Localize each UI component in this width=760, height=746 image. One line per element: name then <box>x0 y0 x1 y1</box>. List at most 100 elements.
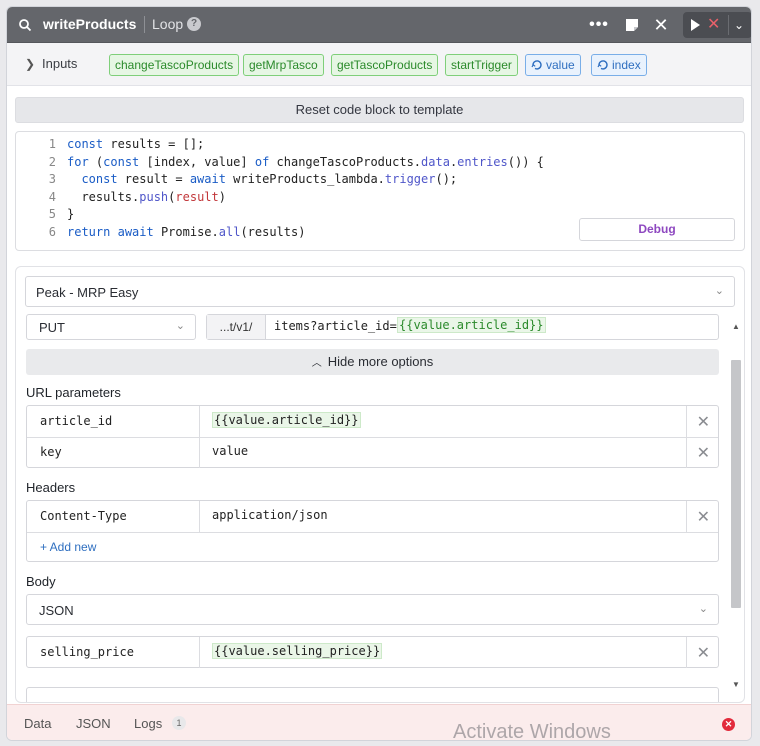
code-line: const result = await writeProducts_lambd… <box>81 172 458 187</box>
column-divider <box>686 406 687 437</box>
table-row: article_id {{value.article_id}} ✕ <box>27 406 718 437</box>
header-divider <box>144 16 145 33</box>
remove-row-icon[interactable]: ✕ <box>697 443 710 463</box>
line-number: 6 <box>48 225 56 239</box>
input-chip-index[interactable]: index <box>591 54 647 76</box>
code-editor[interactable]: 1 2 3 4 5 6 const results = []; for (con… <box>15 131 745 251</box>
tab-data[interactable]: Data <box>24 716 51 731</box>
input-chip[interactable]: getTascoProducts <box>331 54 439 76</box>
chevron-down-icon: ⌄ <box>698 603 708 615</box>
url-path: items?article_id= <box>274 319 397 333</box>
remove-row-icon[interactable]: ✕ <box>697 643 710 663</box>
variable-icon <box>531 60 542 70</box>
run-divider <box>728 15 729 35</box>
row-divider <box>27 532 718 533</box>
table-row: Content-Type application/json ✕ <box>27 501 718 532</box>
question-circle-icon[interactable]: ? <box>187 17 201 31</box>
hide-more-options-button[interactable]: ︿ Hide more options <box>26 349 719 375</box>
chevron-right-icon[interactable]: ❯ <box>25 57 35 71</box>
query-title[interactable]: writeProducts <box>43 16 136 32</box>
code-line: results.push(result) <box>67 189 226 204</box>
body-key[interactable]: selling_price <box>40 645 134 659</box>
scrollbar[interactable]: ▲ ▼ <box>730 320 742 690</box>
query-panel: writeProducts Loop ? ••• ✕ ✕ ⌄ ❯ Inputs … <box>6 6 752 741</box>
resource-select[interactable]: Peak - MRP Easy ⌄ <box>25 276 735 307</box>
column-divider <box>199 406 200 437</box>
scroll-up-arrow[interactable]: ▲ <box>732 322 740 331</box>
url-base-prefix: ...t/v1/ <box>207 315 266 339</box>
body-heading: Body <box>26 574 56 589</box>
remove-row-icon[interactable]: ✕ <box>697 412 710 432</box>
logs-count-badge: 1 <box>172 716 186 730</box>
url-template: {{value.article_id}} <box>397 317 546 333</box>
panel-header: writeProducts Loop ? ••• ✕ ✕ ⌄ <box>7 7 751 43</box>
input-chip-value[interactable]: value <box>525 54 581 76</box>
param-key-input[interactable]: key <box>40 445 62 459</box>
tab-logs[interactable]: Logs <box>134 716 162 731</box>
table-row: key value ✕ <box>27 437 718 468</box>
column-divider <box>686 501 687 532</box>
line-number: 2 <box>48 154 56 169</box>
chevron-down-icon: ⌄ <box>175 320 185 332</box>
note-icon[interactable] <box>624 17 640 33</box>
scrollbar-thumb[interactable] <box>731 360 741 608</box>
variable-icon <box>597 60 608 70</box>
line-number: 4 <box>48 189 56 204</box>
column-divider <box>686 437 687 468</box>
chevron-down-icon: ⌄ <box>714 285 724 297</box>
body-table-next-row <box>26 687 719 702</box>
reset-template-button[interactable]: Reset code block to template <box>15 97 744 123</box>
code-line: return await Promise.all(results) <box>67 225 306 239</box>
url-params-heading: URL parameters <box>26 385 121 400</box>
code-line: const results = []; <box>67 137 205 151</box>
run-button[interactable] <box>691 19 700 31</box>
inputs-label[interactable]: Inputs <box>42 56 77 71</box>
chevron-down-icon[interactable]: ⌄ <box>734 16 744 34</box>
line-number: 3 <box>48 172 56 187</box>
param-key[interactable]: article_id <box>40 414 112 428</box>
line-number: 1 <box>48 137 56 151</box>
more-icon[interactable]: ••• <box>589 15 609 35</box>
line-number: 5 <box>48 207 56 222</box>
resource-section: Peak - MRP Easy ⌄ PUT ⌄ ...t/v1/ items?a… <box>15 266 745 703</box>
scroll-down-arrow[interactable]: ▼ <box>732 680 740 689</box>
body-type-select[interactable]: JSON ⌄ <box>26 594 719 625</box>
headers-table: Content-Type application/json ✕ + Add ne… <box>26 500 719 562</box>
param-value[interactable]: {{value.article_id}} <box>212 412 361 428</box>
activate-windows-watermark: Activate Windows <box>453 721 611 743</box>
body-value[interactable]: {{value.selling_price}} <box>212 643 383 659</box>
query-type-label: Loop <box>152 16 184 32</box>
cancel-run-icon[interactable]: ✕ <box>707 15 720 35</box>
code-line: } <box>67 207 75 222</box>
headers-heading: Headers <box>26 480 76 495</box>
error-icon[interactable]: ✕ <box>722 718 735 731</box>
tab-json[interactable]: JSON <box>76 716 111 731</box>
input-chip[interactable]: getMrpTasco <box>243 54 324 76</box>
close-icon[interactable]: ✕ <box>651 15 671 35</box>
method-select-value: PUT <box>39 320 65 335</box>
header-value[interactable]: application/json <box>212 508 328 522</box>
column-divider <box>686 637 687 668</box>
debug-button[interactable]: Debug <box>579 218 735 241</box>
add-header-button[interactable]: + Add new <box>40 540 96 554</box>
remove-row-icon[interactable]: ✕ <box>697 507 710 527</box>
results-footer: Data JSON Logs 1 ✕ <box>7 704 751 740</box>
body-table: selling_price {{value.selling_price}} ✕ <box>26 636 719 668</box>
url-params-table: article_id {{value.article_id}} ✕ key va… <box>26 405 719 468</box>
input-chip[interactable]: changeTascoProducts <box>109 54 240 76</box>
param-value-input[interactable]: value <box>212 444 248 458</box>
inputs-bar: ❯ Inputs changeTascoProducts getMrpTasco… <box>7 43 751 86</box>
method-select[interactable]: PUT ⌄ <box>26 314 196 340</box>
table-row: selling_price {{value.selling_price}} ✕ <box>27 637 718 668</box>
run-controls: ✕ ⌄ <box>683 12 751 38</box>
column-divider <box>199 501 200 532</box>
url-field[interactable]: ...t/v1/ items?article_id= {{value.artic… <box>206 314 719 340</box>
code-line: for (const [index, value] of changeTasco… <box>67 154 544 169</box>
column-divider <box>199 437 200 468</box>
resource-select-value: Peak - MRP Easy <box>36 285 139 300</box>
input-chip[interactable]: startTrigger <box>445 54 518 76</box>
header-key[interactable]: Content-Type <box>40 509 127 523</box>
body-type-value: JSON <box>39 603 74 618</box>
hide-more-options-label: Hide more options <box>327 354 434 369</box>
input-chip-label: index <box>612 58 641 72</box>
